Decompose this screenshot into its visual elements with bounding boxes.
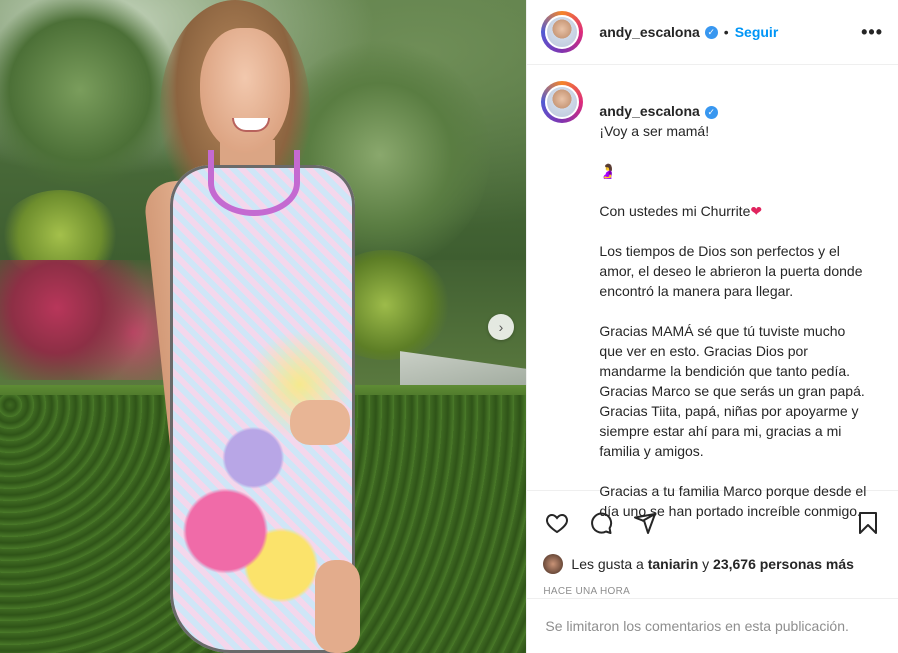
more-options-icon[interactable]: •••	[861, 22, 883, 43]
verified-badge-icon: ✓	[704, 25, 718, 39]
save-button[interactable]	[854, 509, 882, 537]
like-button[interactable]	[543, 509, 571, 537]
instagram-post: › andy_escalona ✓ • Seguir ••• andy_esca…	[0, 0, 898, 653]
hand-on-belly	[290, 400, 350, 445]
likes-count-link[interactable]: 23,676 personas más	[713, 556, 854, 572]
post-photo[interactable]: ›	[0, 0, 527, 653]
separator-dot: •	[723, 24, 729, 40]
woman-in-dress	[140, 0, 370, 653]
caption-username[interactable]: andy_escalona	[599, 103, 699, 119]
verified-badge-icon: ✓	[704, 105, 718, 119]
likes-summary: Les gusta a taniarin y 23,676 personas m…	[527, 549, 898, 579]
follow-button[interactable]: Seguir	[735, 24, 779, 40]
comment-icon	[591, 512, 613, 534]
share-button[interactable]	[631, 509, 659, 537]
caption: andy_escalona ✓ ¡Voy a ser mamá! 🤰 Con us…	[527, 65, 898, 519]
share-icon	[634, 513, 657, 534]
post-header: andy_escalona ✓ • Seguir •••	[527, 0, 898, 65]
avatar-image	[545, 15, 580, 49]
face	[200, 28, 290, 153]
caption-avatar[interactable]	[541, 81, 584, 123]
caption-paragraph-2: Los tiempos de Dios son perfectos y el a…	[599, 243, 863, 299]
caption-paragraph-3: Gracias MAMÁ sé que tú tuviste mucho que…	[599, 323, 865, 459]
leg	[315, 560, 360, 653]
post-side-panel: andy_escalona ✓ • Seguir ••• andy_escalo…	[526, 0, 898, 653]
red-heart-icon: ❤	[750, 203, 763, 219]
avatar[interactable]	[541, 11, 584, 53]
next-photo-button[interactable]: ›	[488, 314, 514, 340]
heart-icon	[546, 513, 569, 534]
likes-connector: y	[702, 556, 710, 572]
caption-text: andy_escalona ✓ ¡Voy a ser mamá! 🤰 Con us…	[599, 81, 869, 519]
comment-button[interactable]	[587, 509, 615, 537]
comments-limited-notice: Se limitaron los comentarios en esta pub…	[527, 598, 898, 653]
caption-line-2: Con ustedes mi Churrite	[599, 203, 751, 219]
username-link[interactable]: andy_escalona	[599, 24, 699, 40]
caption-line-1: ¡Voy a ser mamá!	[599, 123, 710, 139]
liker-avatar[interactable]	[543, 554, 564, 574]
liker-username[interactable]: taniarin	[648, 556, 699, 572]
likes-prefix: Les gusta a	[571, 556, 644, 572]
chevron-right-icon: ›	[498, 319, 504, 335]
pregnant-emoji: 🤰	[599, 163, 617, 179]
avatar-image	[545, 85, 580, 119]
bookmark-icon	[859, 512, 877, 534]
necklace	[208, 150, 300, 216]
